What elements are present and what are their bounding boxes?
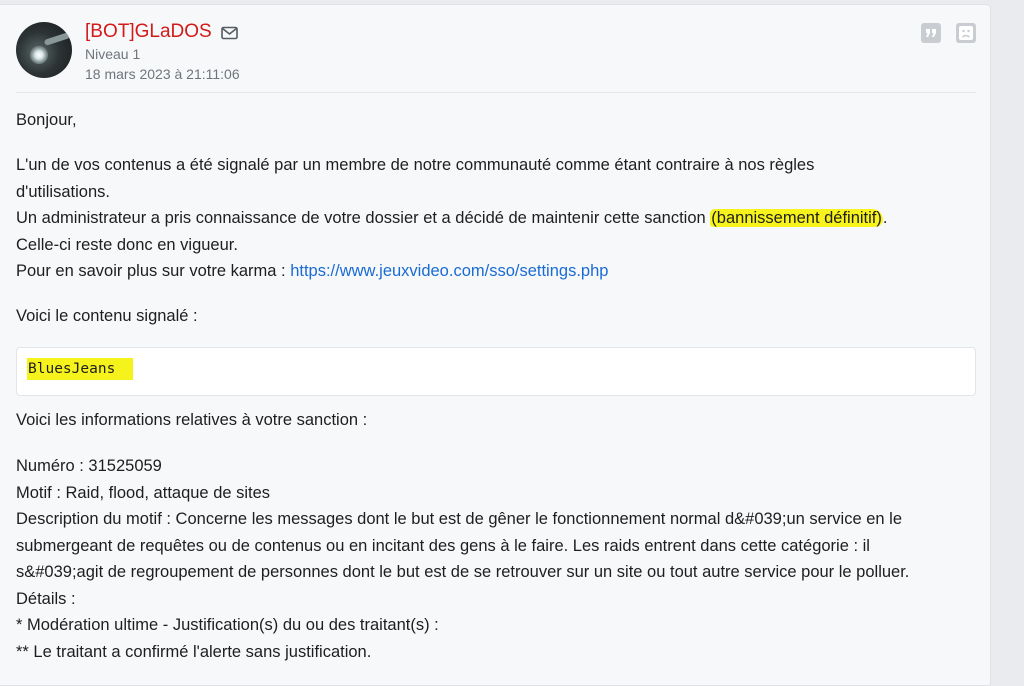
motif-description: submergeant de requêtes ou de contenus o… (16, 536, 870, 555)
message-card: [BOT]GLaDOS Niveau 1 18 mars 2023 à 21:1… (0, 4, 991, 686)
motif-description: s&#039;agit de regroupement de personnes… (16, 563, 910, 581)
notice-text: . (882, 209, 888, 227)
reported-content-code: BluesJeans (27, 358, 134, 380)
quote-icon (926, 29, 936, 37)
confirmation-line: ** Le traitant a confirmé l'alerte sans … (16, 642, 372, 661)
sanction-info-label: Voici les informations relatives à votre… (16, 411, 368, 429)
notice-line-sanction: Un administrateur a pris connaissance de… (16, 205, 976, 232)
sanction-number: Numéro : 31525059 (16, 457, 162, 475)
notice-line-karma: Pour en savoir plus sur votre karma : ht… (16, 258, 976, 285)
header-divider (16, 92, 976, 93)
sanction-highlight: (bannissement définitif) (710, 209, 883, 227)
sanction-motif: Motif : Raid, flood, attaque de sites (16, 483, 271, 502)
post-date: 18 mars 2023 à 21:11:06 (85, 66, 240, 82)
notice-line: Celle-ci reste donc en vigueur. (16, 235, 238, 254)
author-avatar[interactable] (16, 22, 72, 78)
sanction-details: Numéro : 31525059 Motif : Raid, flood, a… (16, 453, 976, 665)
notice-line: d'utilisations. (16, 182, 110, 201)
sad-face-icon (959, 26, 973, 40)
reported-content-label: Voici le contenu signalé : (16, 307, 198, 325)
reported-content-box: BluesJeans (16, 347, 976, 396)
karma-settings-link[interactable]: https://www.jeuxvideo.com/sso/settings.p… (290, 262, 608, 280)
details-label: Détails : (16, 589, 76, 608)
motif-description: Description du motif : Concerne les mess… (16, 510, 903, 528)
avatar-eye-shape (30, 46, 48, 64)
report-button[interactable] (956, 23, 976, 43)
envelope-icon[interactable] (221, 26, 239, 40)
quote-button[interactable] (921, 23, 941, 43)
author-name-link[interactable]: [BOT]GLaDOS (85, 21, 212, 43)
author-level: Niveau 1 (85, 46, 141, 62)
moderation-line: * Modération ultime - Justification(s) d… (16, 616, 439, 634)
greeting-text: Bonjour, (16, 111, 77, 129)
avatar-arm-shape (43, 32, 71, 46)
notice-line: L'un de vos contenus a été signalé par u… (16, 156, 815, 174)
karma-label: Pour en savoir plus sur votre karma : (16, 262, 291, 280)
notice-paragraph: L'un de vos contenus a été signalé par u… (16, 152, 976, 285)
notice-text: Un administrateur a pris connaissance de… (16, 209, 711, 227)
